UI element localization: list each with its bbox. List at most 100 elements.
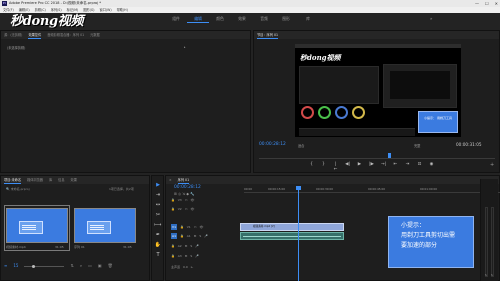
close-sequence-icon[interactable]: × (169, 176, 172, 184)
tab-program[interactable]: 节目：序列 01 (257, 31, 279, 39)
ruler-mark-15s: 00:00:15:00 (268, 187, 286, 191)
new-bin-icon[interactable]: ▭ (88, 263, 92, 269)
type-tool-icon[interactable]: T (154, 251, 162, 259)
title-bar: Pr Adobe Premiere Pro CC 2018 - D:\视频\未命… (0, 0, 500, 7)
workspace-tab-libraries[interactable]: 库 (297, 15, 319, 23)
timeline-timecode[interactable]: 00:00:28:12 (174, 185, 201, 190)
track-header-v3[interactable]: 🔒 V3 ▭ 👁 (171, 196, 241, 204)
delete-icon[interactable]: 🗑 (108, 263, 113, 269)
project-item-name: 视频素材.mp4 (6, 245, 26, 249)
tab-effect-controls[interactable]: 效果控件 (28, 31, 42, 39)
sort-icon[interactable]: ⇅ (70, 263, 73, 269)
tab-libraries[interactable]: 库 (49, 176, 52, 184)
tip-overlay: 小提示： 用剃刀工具剪切出需 要加速的部分 (388, 216, 474, 268)
tab-info[interactable]: 信息 (58, 176, 64, 184)
razor-tool-icon[interactable]: ✂ (154, 211, 162, 219)
audio-clip[interactable] (240, 232, 344, 240)
no-clip-selected-label: (未选择剪辑) (7, 46, 26, 50)
compare-icon[interactable]: ◉ (429, 162, 434, 172)
lift-button[interactable]: ⇤ (393, 162, 398, 172)
mark-out-button[interactable]: } (321, 162, 326, 172)
tip-title: 小提示： (401, 222, 426, 229)
workspace-tab-effects[interactable]: 效果 (231, 15, 253, 23)
step-forward-button[interactable]: |▶ (369, 162, 374, 172)
list-view-icon[interactable]: ≡ (4, 263, 7, 269)
workspace-tab-audio[interactable]: 音频 (253, 15, 275, 23)
project-item-count: 1项已选择，共2项 (109, 187, 134, 191)
extract-button[interactable]: ⇥ (405, 162, 410, 172)
program-monitor-panel: 节目：序列 01 秒dong视频 小提示： 用剃刀工具 00:00:28:12 … (253, 30, 500, 173)
project-search-input[interactable]: 🔍 未命名.prproj (6, 187, 66, 192)
go-to-out-button[interactable]: →| (381, 162, 386, 172)
transport-controls: { } |← ◀| ▶ |▶ →| ⇤ ⇥ ⊡ ◉ (309, 162, 434, 172)
source-target-v1[interactable]: V1 (171, 224, 177, 230)
program-scrubber[interactable] (259, 155, 495, 159)
track-header-v2[interactable]: 🔒 V2 ▭ 👁 (171, 205, 241, 213)
tab-effects[interactable]: 效果 (71, 176, 77, 184)
hand-tool-icon[interactable]: ✋ (154, 241, 162, 249)
track-header-a2[interactable]: 🔒 A2 M S 🎤 (171, 242, 241, 250)
solo-left[interactable]: S (485, 273, 487, 277)
workspace-tab-color[interactable]: 颜色 (209, 15, 231, 23)
add-button[interactable]: + (490, 162, 494, 168)
window-title: Adobe Premiere Pro CC 2018 - D:\视频\未命名.p… (9, 1, 102, 5)
inner-tip-box: 小提示： 用剃刀工具 (418, 111, 458, 133)
track-select-tool-icon[interactable]: ⇥ (154, 191, 162, 199)
tab-sequence-01[interactable]: 序列 01 (177, 176, 190, 184)
workspace-tab-editing[interactable]: 编辑 (187, 15, 209, 23)
tab-source[interactable]: 源：(无剪辑) (4, 31, 22, 39)
solo-right[interactable]: S (491, 273, 493, 277)
audio-meters: S S (480, 179, 498, 281)
project-sequence-thumbnail[interactable] (74, 208, 136, 243)
tip-line-2: 要加速的部分 (401, 242, 438, 249)
go-to-in-button[interactable]: |← (333, 162, 338, 172)
source-target-a1[interactable]: A1 (171, 233, 177, 239)
watermark-logo: 秒dong视频 (10, 14, 84, 29)
tab-project[interactable]: 项目:未命名 (4, 176, 22, 184)
pin-icon[interactable]: ▸ (184, 45, 186, 49)
project-item-thumbnail[interactable] (6, 208, 68, 243)
tab-media-browser[interactable]: 媒体浏览器 (27, 176, 43, 184)
maximize-button[interactable]: ☐ (485, 0, 489, 7)
inner-watermark-logo: 秒dong视频 (300, 53, 341, 62)
workspace-tab-graphics[interactable]: 图形 (275, 15, 297, 23)
track-header-v1[interactable]: V1 🔒 V1 ▭ 👁 (171, 223, 241, 231)
tab-metadata[interactable]: 元数据 (90, 31, 100, 39)
zoom-value: 15 (13, 263, 19, 268)
timeline-playhead[interactable] (296, 186, 301, 281)
track-header-a3[interactable]: 🔒 A3 M S 🎤 (171, 252, 241, 260)
minimize-button[interactable]: — (475, 0, 479, 7)
program-playhead[interactable] (388, 153, 391, 158)
close-button[interactable]: ✕ (495, 0, 498, 7)
quality-dropdown[interactable]: 完整 (414, 143, 420, 148)
effect-controls-panel: 源：(无剪辑) 效果控件 音频剪辑混合器：序列 01 元数据 (未选择剪辑) ▸ (0, 30, 251, 173)
mark-in-button[interactable]: { (309, 162, 314, 172)
video-clip[interactable]: 视频素材.mp4 [V] (240, 223, 344, 231)
ruler-mark-60s: 00:01:00:00 (420, 187, 438, 191)
workspace-tab-assembly[interactable]: 组件 (165, 15, 187, 23)
workspace-tabs: 组件 编辑 颜色 效果 音频 图形 库 (165, 15, 319, 23)
premiere-app-icon: Pr (2, 1, 7, 6)
pen-tool-icon[interactable]: ✒ (154, 231, 162, 239)
ripple-edit-tool-icon[interactable]: ↔ (154, 201, 162, 209)
premiere-window: Pr Adobe Premiere Pro CC 2018 - D:\视频\未命… (0, 0, 500, 281)
master-track-header[interactable]: 主声道 0.0 ⇤ (171, 263, 241, 271)
project-footer: ≡ 15 ⇅ ⌕ ▭ ▣ 🗑 (4, 263, 146, 269)
search-icon[interactable]: ⌕ (80, 263, 82, 269)
tab-audio-mixer[interactable]: 音频剪辑混合器：序列 01 (47, 31, 84, 39)
slip-tool-icon[interactable]: ⟼ (154, 221, 162, 229)
workspace-more-button[interactable]: » (430, 15, 432, 23)
play-button[interactable]: ▶ (357, 162, 362, 172)
thumbnail-zoom-slider[interactable] (24, 265, 65, 268)
selection-tool-icon[interactable]: ▶ (154, 181, 162, 189)
track-header-a1[interactable]: A1 🔒 A1 M S 🎤 (171, 232, 241, 240)
project-sequence-duration: 31:05 (123, 245, 132, 249)
export-frame-icon[interactable]: ⊡ (417, 162, 422, 172)
ruler-mark-45s: 00:00:45:00 (368, 187, 386, 191)
new-item-icon[interactable]: ▣ (98, 263, 102, 269)
program-current-timecode[interactable]: 00:00:28:12 (259, 142, 286, 147)
ruler-mark-0: 00:00 (244, 187, 253, 191)
program-total-timecode: 00:00:31:05 (456, 142, 482, 147)
fit-dropdown[interactable]: 适合 (298, 143, 304, 148)
step-back-button[interactable]: ◀| (345, 162, 350, 172)
